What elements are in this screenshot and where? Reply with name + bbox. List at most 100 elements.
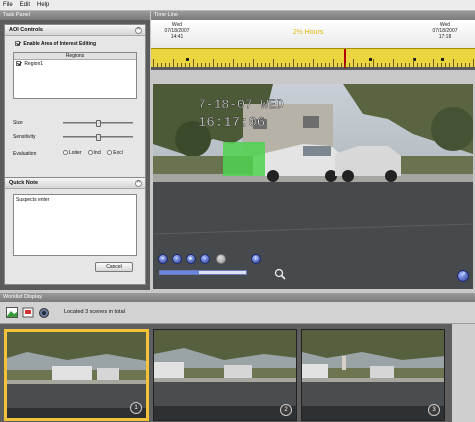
collapse-icon[interactable]: ^: [135, 27, 142, 34]
cancel-button[interactable]: Cancel: [95, 262, 133, 272]
aoi-controls-title: AOI Controls ^: [5, 25, 145, 36]
pause-button[interactable]: ॥: [251, 254, 261, 264]
scene-marker[interactable]: [441, 58, 444, 61]
image-icon[interactable]: [6, 307, 18, 318]
ruler-tick: [405, 63, 406, 67]
regions-header: Regions: [14, 53, 136, 60]
aoi-region[interactable]: [223, 142, 265, 176]
flag-icon[interactable]: [22, 307, 34, 318]
evaluation-excl[interactable]: Excl: [107, 150, 123, 156]
ruler-tick: [289, 63, 290, 67]
quick-note-label: Quick Note: [9, 180, 39, 186]
enable-aoi-row[interactable]: Enable Area of Interest Editing: [15, 41, 96, 47]
evaluation-label: Evaluation: [13, 151, 37, 157]
ruler-tick: [173, 59, 174, 67]
worklist-scrollbar[interactable]: [452, 324, 475, 422]
sensitivity-slider-knob[interactable]: [96, 134, 101, 141]
thumbnail-number: 1: [130, 402, 142, 414]
playback-progress: [160, 271, 199, 274]
menu-help[interactable]: Help: [37, 2, 49, 8]
collapse-icon[interactable]: ^: [135, 180, 142, 187]
scene-marker[interactable]: [186, 58, 189, 61]
worklist-display: Located 3 scenes in total 1 2 3: [0, 302, 475, 422]
ruler-tick: [313, 59, 314, 67]
ruler-tick: [249, 63, 250, 67]
worklist-toolbar: Located 3 scenes in total: [0, 302, 475, 324]
size-slider[interactable]: [63, 120, 133, 127]
ruler-tick: [293, 59, 294, 67]
quick-note-textarea[interactable]: Suspects enter: [13, 194, 137, 256]
camera-icon[interactable]: [38, 307, 50, 318]
scene-marker[interactable]: [369, 58, 372, 61]
ruler-tick: [181, 63, 182, 67]
ruler-tick: [321, 63, 322, 67]
zoom-icon[interactable]: [274, 268, 286, 280]
list-item[interactable]: Region1: [14, 60, 136, 68]
ruler-tick: [241, 63, 242, 67]
ruler-tick: [217, 63, 218, 67]
rewind-button[interactable]: «: [158, 254, 168, 264]
evaluation-incl[interactable]: Incl: [87, 150, 101, 156]
ruler-tick: [345, 63, 346, 67]
ruler-tick: [393, 59, 394, 67]
ruler-tick: [213, 59, 214, 67]
ruler-tick: [461, 63, 462, 67]
timeline-start: Wed 07/18/2007 14:41: [157, 22, 197, 40]
region-checkbox[interactable]: [16, 61, 21, 67]
evaluation-options: Loiter Incl Excl: [63, 150, 123, 156]
ruler-tick: [273, 59, 274, 67]
enable-aoi-checkbox[interactable]: [15, 41, 20, 47]
ruler-tick: [369, 63, 370, 67]
sensitivity-slider[interactable]: [63, 134, 133, 141]
ruler-tick: [353, 59, 354, 67]
thumbnail-number: 2: [280, 404, 292, 416]
record-button[interactable]: ·: [216, 254, 226, 264]
play-button[interactable]: ▸: [186, 254, 196, 264]
ruler-tick: [397, 63, 398, 67]
playback-slider[interactable]: [159, 270, 247, 275]
ruler-tick: [309, 63, 310, 67]
ruler-tick: [169, 63, 170, 67]
ruler-tick: [433, 59, 434, 67]
size-slider-knob[interactable]: [96, 120, 101, 127]
ruler-tick: [161, 63, 162, 67]
ruler-tick: [205, 63, 206, 67]
ruler-tick: [441, 63, 442, 67]
timeline-labels: Wed 07/18/2007 14:41 2½ Hours Wed 07/18/…: [151, 20, 475, 48]
ruler-tick: [341, 63, 342, 67]
step-forward-button[interactable]: ›: [200, 254, 210, 264]
scene-thumbnail[interactable]: 1: [4, 329, 149, 421]
timeline: Wed 07/18/2007 14:41 2½ Hours Wed 07/18/…: [151, 20, 475, 70]
ruler-tick: [437, 63, 438, 67]
ruler-tick: [165, 63, 166, 67]
evaluation-loiter[interactable]: Loiter: [63, 150, 82, 156]
ruler-tick: [209, 63, 210, 67]
ruler-tick: [325, 63, 326, 67]
ruler-tick: [425, 63, 426, 67]
timeline-end: Wed 07/18/2007 17:18: [423, 22, 467, 40]
regions-list: Regions Region1: [13, 52, 137, 99]
video-time-overlay: 16:17:06: [198, 115, 265, 131]
menu-file[interactable]: File: [3, 2, 13, 8]
quick-note-group: Quick Note ^ Suspects enter Cancel: [4, 177, 146, 285]
step-back-button[interactable]: ‹: [172, 254, 182, 264]
ruler-tick: [445, 63, 446, 67]
timeline-ruler[interactable]: [151, 48, 475, 68]
ruler-tick: [429, 63, 430, 67]
ruler-tick: [317, 63, 318, 67]
scene-thumbnail[interactable]: 2: [153, 329, 297, 421]
ruler-tick: [469, 63, 470, 67]
ruler-tick: [333, 59, 334, 67]
ruler-tick: [409, 63, 410, 67]
ruler-tick: [285, 63, 286, 67]
ruler-tick: [269, 63, 270, 67]
ruler-tick: [221, 63, 222, 67]
video-player[interactable]: 7-18-07 WED 16:17:06 « ‹ ▸ › · ॥ ↗: [153, 84, 473, 289]
ruler-tick: [153, 59, 154, 67]
task-panel-header: Task Panel: [0, 11, 150, 20]
menu-edit[interactable]: Edit: [20, 2, 30, 8]
scene-thumbnail[interactable]: 3: [301, 329, 445, 421]
ruler-tick: [473, 59, 474, 67]
fullscreen-button[interactable]: ↗: [457, 270, 469, 282]
thumbnail-image: [7, 332, 146, 418]
